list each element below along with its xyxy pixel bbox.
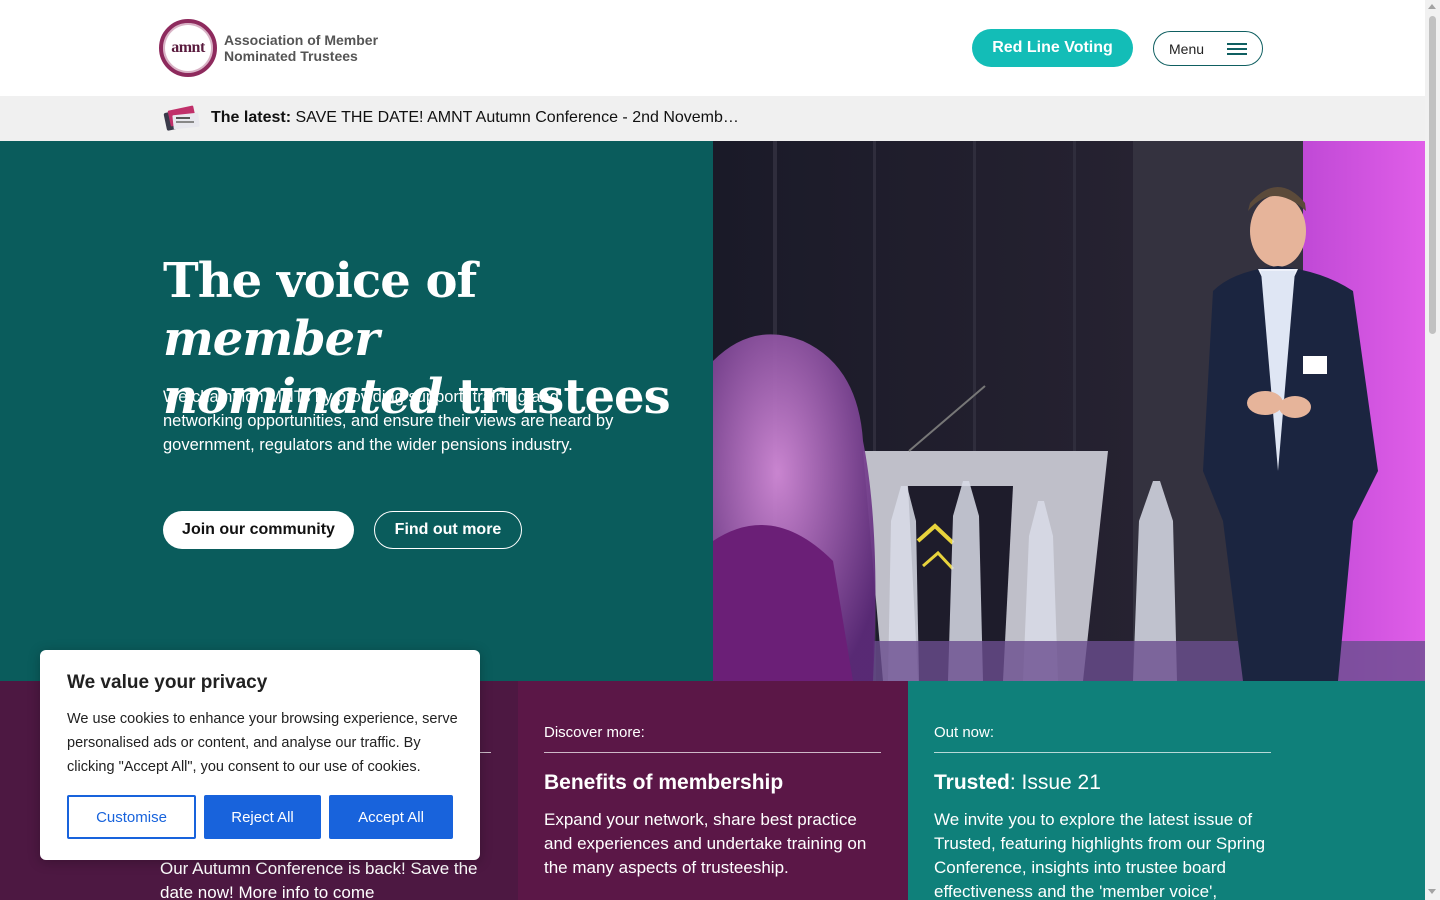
cookie-title: We value your privacy (67, 672, 268, 693)
latest-news-bar[interactable]: The latest: SAVE THE DATE! AMNT Autumn C… (0, 96, 1425, 141)
menu-button[interactable]: Menu (1153, 31, 1263, 66)
cookie-text: We use cookies to enhance your browsing … (67, 711, 458, 775)
page-scrollbar[interactable] (1425, 0, 1440, 900)
scroll-down-arrow-icon[interactable] (1428, 889, 1436, 894)
hamburger-icon (1227, 43, 1247, 55)
card-benefits[interactable]: Discover more: Benefits of membership Ex… (518, 681, 908, 900)
card-title-bold: Trusted (934, 771, 1010, 794)
hero-description: We champion MNTs by providing support, t… (163, 388, 614, 454)
logo-line-1: Association of Member (224, 32, 379, 48)
join-community-button[interactable]: Join our community (163, 511, 354, 549)
scroll-up-arrow-icon[interactable] (1428, 4, 1436, 9)
latest-headline: The latest: SAVE THE DATE! AMNT Autumn C… (211, 109, 739, 127)
latest-headline-text: SAVE THE DATE! AMNT Autumn Conference - … (295, 109, 739, 126)
card-body: Our Autumn Conference is back! Save the … (160, 859, 478, 900)
logo-line-2: Nominated Trustees (224, 48, 358, 64)
scroll-thumb[interactable] (1429, 16, 1436, 334)
hero-title-italic-1: member (163, 311, 380, 367)
card-divider (544, 752, 881, 753)
amnt-logo[interactable]: amnt Association of Member Nominated Tru… (159, 19, 378, 77)
card-title: Trusted: Issue 21 (934, 771, 1101, 795)
card-kicker: Discover more: (544, 724, 645, 741)
menu-label: Menu (1169, 40, 1205, 57)
card-trusted-issue[interactable]: Out now: Trusted: Issue 21 We invite you… (908, 681, 1425, 900)
reject-all-button[interactable]: Reject All (204, 795, 321, 839)
customise-button[interactable]: Customise (67, 795, 196, 839)
news-thumbnail-icon (163, 105, 200, 131)
card-body: We invite you to explore the latest issu… (934, 810, 1266, 900)
card-divider (934, 752, 1271, 753)
conference-speaker-image (713, 141, 1425, 681)
logo-wordmark: Association of Member Nominated Trustees (224, 32, 378, 64)
red-line-voting-button[interactable]: Red Line Voting (972, 29, 1133, 67)
logo-mark: amnt (159, 19, 217, 77)
card-body: Expand your network, share best practice… (544, 810, 867, 877)
hero-photo (713, 141, 1425, 681)
accept-all-button[interactable]: Accept All (329, 795, 453, 839)
latest-prefix: The latest: (211, 109, 292, 126)
card-kicker: Out now: (934, 724, 995, 741)
site-header: amnt Association of Member Nominated Tru… (0, 0, 1425, 96)
card-title-rest: : Issue 21 (1009, 771, 1101, 794)
cookie-consent-banner: We value your privacy We use cookies to … (40, 650, 480, 860)
find-out-more-button[interactable]: Find out more (374, 511, 522, 549)
hero-title-part-1: The voice of (163, 253, 477, 309)
card-title: Benefits of membership (544, 771, 784, 794)
logo-mark-text: amnt (171, 39, 205, 56)
